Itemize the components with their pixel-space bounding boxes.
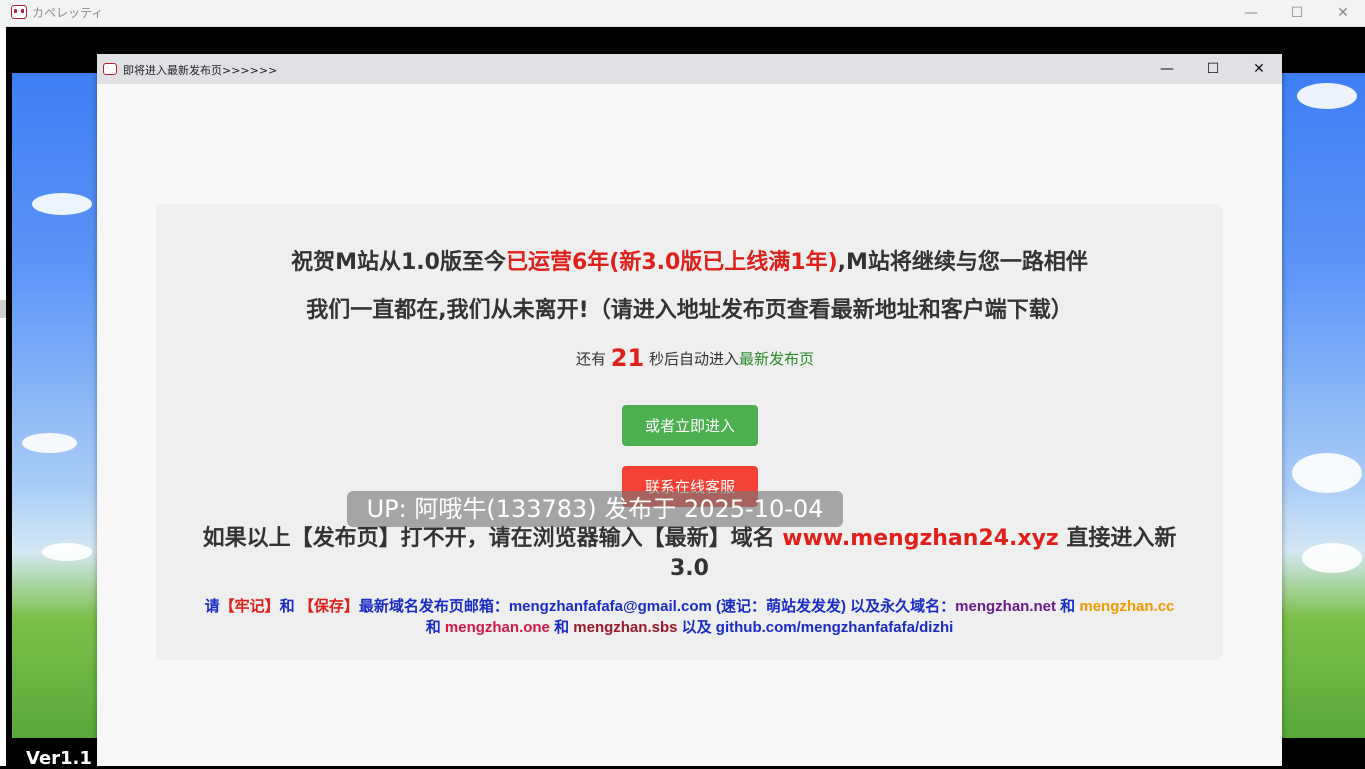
outer-titlebar: カペレッティ — ☐ ✕ bbox=[0, 0, 1365, 27]
domains-p4: 【保存】 bbox=[298, 598, 359, 615]
cloud bbox=[1292, 453, 1362, 493]
domain-mengzhan-net[interactable]: mengzhan.net bbox=[955, 598, 1056, 615]
domains-p9: 和 bbox=[425, 619, 441, 636]
fallback-part1: 如果以上【发布页】打不开，请在浏览器输入【最新】域名 bbox=[202, 526, 775, 551]
headline-part2: ,M站将继续与您一路相伴 bbox=[837, 250, 1088, 275]
domains-p7: 和 bbox=[1060, 598, 1076, 615]
fallback-domain[interactable]: www.mengzhan24.xyz bbox=[782, 526, 1058, 551]
domains-p2: 【牢记】 bbox=[219, 598, 280, 615]
fallback-domain-text: 如果以上【发布页】打不开，请在浏览器输入【最新】域名 www.mengzhan2… bbox=[196, 524, 1183, 584]
headline-highlight: 已运营6年(新3.0版已上线满1年) bbox=[505, 250, 838, 275]
countdown-text: 还有 21 秒后自动进入最新发布页 bbox=[576, 344, 814, 372]
domains-p13[interactable]: 以及 github.com/mengzhanfafafa/dizhi bbox=[682, 619, 954, 636]
announcement-panel: 祝贺M站从1.0版至今已运营6年(新3.0版已上线满1年),M站将继续与您一路相… bbox=[156, 204, 1223, 660]
inner-close-button[interactable]: ✕ bbox=[1236, 54, 1282, 84]
cloud bbox=[1302, 543, 1362, 573]
app-icon bbox=[11, 5, 27, 19]
countdown-number: 21 bbox=[610, 344, 645, 372]
inner-maximize-button[interactable]: ☐ bbox=[1190, 54, 1236, 84]
release-page-link[interactable]: 最新发布页 bbox=[739, 350, 814, 368]
outer-window-title: カペレッティ bbox=[32, 6, 104, 20]
inner-app-icon bbox=[103, 63, 117, 75]
outer-close-button[interactable]: ✕ bbox=[1320, 0, 1365, 26]
anniversary-headline: 祝贺M站从1.0版至今已运营6年(新3.0版已上线满1年),M站将继续与您一路相… bbox=[156, 244, 1223, 276]
domains-p11: 和 bbox=[554, 619, 570, 636]
domains-info-text: 请【牢记】和 【保存】最新域名发布页邮箱：mengzhanfafafa@gmai… bbox=[196, 596, 1183, 638]
outer-maximize-button[interactable]: ☐ bbox=[1274, 0, 1320, 26]
uploader-watermark: UP: 阿哦牛(133783) 发布于 2025-10-04 bbox=[347, 491, 843, 527]
countdown-prefix: 还有 bbox=[576, 350, 607, 368]
inner-window-title: 即将进入最新发布页>>>>>> bbox=[123, 64, 278, 77]
domains-p3: 和 bbox=[279, 598, 295, 615]
cloud bbox=[32, 193, 92, 215]
outer-minimize-button[interactable]: — bbox=[1228, 0, 1274, 26]
release-page-window: 即将进入最新发布页>>>>>> — ☐ ✕ 祝贺M站从1.0版至今已运营6年(新… bbox=[97, 54, 1282, 766]
inner-minimize-button[interactable]: — bbox=[1144, 54, 1190, 84]
inner-titlebar: 即将进入最新发布页>>>>>> — ☐ ✕ bbox=[97, 54, 1282, 84]
domain-mengzhan-cc[interactable]: mengzhan.cc bbox=[1079, 598, 1174, 615]
domains-p1: 请 bbox=[204, 598, 220, 615]
still-here-headline: 我们一直都在,我们从未离开!（请进入地址发布页查看最新地址和客户端下载） bbox=[306, 298, 1073, 323]
countdown-suffix: 秒后自动进入 bbox=[648, 350, 739, 368]
domains-p5: 最新域名发布页邮箱：mengzhanfafafa@gmail.com (速记：萌… bbox=[358, 598, 956, 615]
cloud bbox=[42, 543, 92, 561]
cloud bbox=[22, 433, 77, 453]
cloud bbox=[1297, 83, 1357, 109]
headline-part1: 祝贺M站从1.0版至今 bbox=[291, 250, 506, 275]
domain-mengzhan-sbs[interactable]: mengzhan.sbs bbox=[573, 619, 677, 636]
enter-now-button[interactable]: 或者立即进入 bbox=[622, 405, 758, 446]
domain-mengzhan-one[interactable]: mengzhan.one bbox=[445, 619, 550, 636]
